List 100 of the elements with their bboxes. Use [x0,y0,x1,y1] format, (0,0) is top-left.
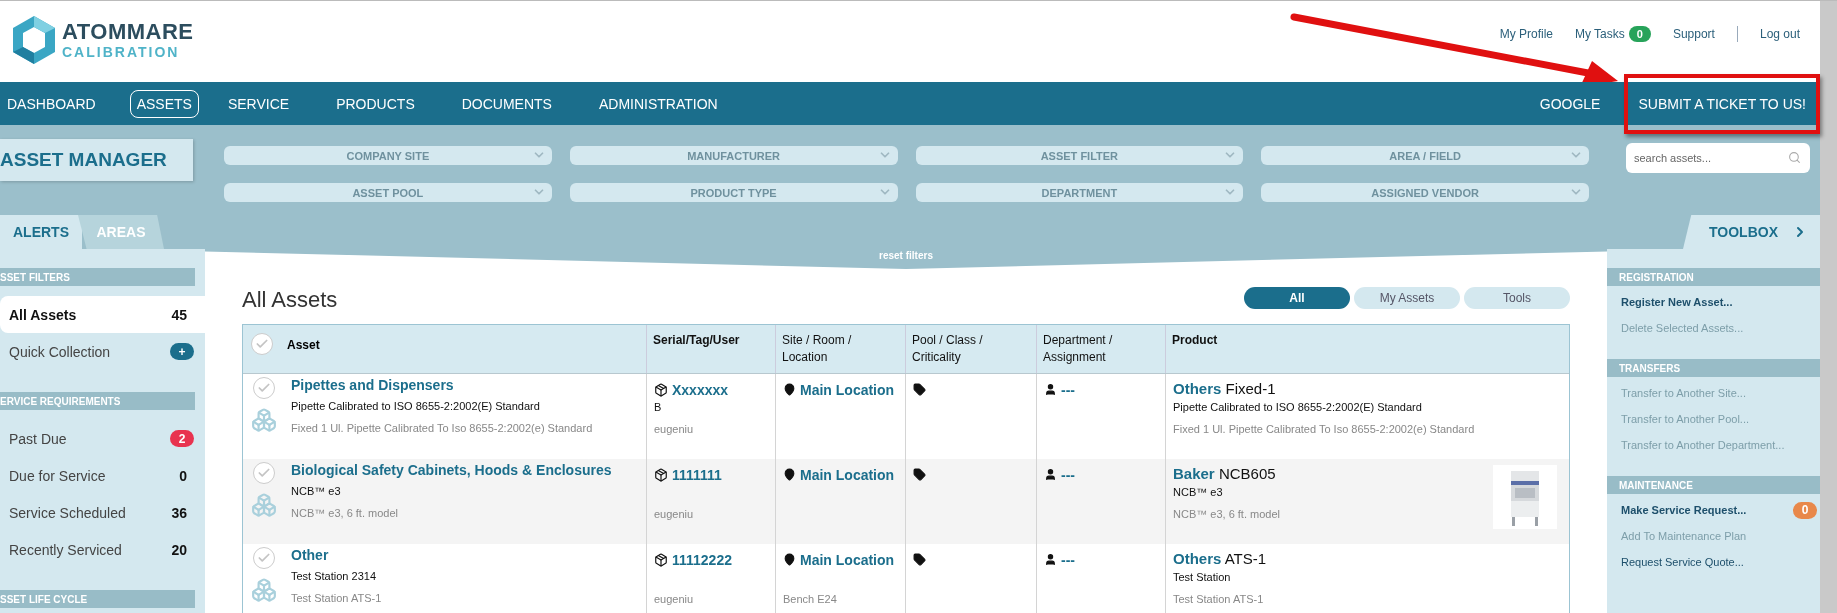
map-pin-icon [783,468,796,481]
column-header: Serial/Tag/User [647,325,776,373]
asset-name-link[interactable]: Other [291,547,382,570]
toolbox-tab[interactable]: TOOLBOX [1683,215,1820,249]
asset-detail: Fixed 1 Ul. Pipette Calibrated To Iso 8655-2:2002(e) Standard [291,422,593,436]
product-detail: Fixed 1 Ul. Pipette Calibrated To Iso 8655-2:2002(e) Standard [1173,423,1476,437]
location-link[interactable]: Main Location [800,466,895,483]
item-count: 36 [171,504,187,521]
user-link[interactable]: Support [1672,27,1715,41]
row-checkbox[interactable] [253,377,275,399]
sidebar-item-label: Past Due [9,430,67,447]
column-header: Product [1171,332,1219,349]
cubes-icon [251,492,277,518]
location-link[interactable]: Main Location [800,551,895,568]
tag-icon [913,383,926,396]
user-icon [1044,468,1057,481]
user-text: eugeniu [654,423,695,437]
user-text: eugeniu [654,593,695,607]
sidebar-item[interactable]: Service Scheduled 36 [0,494,205,531]
toolbox-action[interactable]: Register New Asset... [1607,289,1820,315]
assignment-text: --- [1061,381,1075,398]
check-icon [257,381,271,395]
logo-tagline: CALIBRATION [62,45,181,59]
nav-item[interactable]: ADMINISTRATION [591,89,725,118]
asset-description: NCB™ e3 [291,485,342,499]
section-header: TRANSFERS [1607,359,1820,377]
check-icon [255,337,269,351]
nav-item[interactable]: SERVICE [220,89,297,118]
assignment-text: --- [1061,551,1075,568]
view-tab[interactable]: All [1244,287,1350,309]
view-tab[interactable]: Tools [1464,287,1570,309]
sidebar-item[interactable]: Quick Collection + [0,333,205,370]
count-badge: + [170,343,194,360]
nav-item[interactable]: PRODUCTS [329,89,422,118]
product-title: Baker NCB605 [1173,464,1277,484]
action-label: Make Service Request... [1621,504,1747,516]
cube-icon [654,382,668,397]
sidebar-item[interactable]: Due for Service 0 [0,457,205,494]
sidebar-item-label: Recently Serviced [9,541,122,558]
product-title: Others Fixed-1 [1173,379,1277,399]
column-header: Site / Room / Location [776,325,906,373]
nav-item[interactable]: GOOGLE [1539,95,1601,112]
link-label: My Tasks [1575,27,1625,41]
column-header: Asset [287,338,320,352]
check-icon [257,466,271,480]
tag-icon [913,553,926,566]
section-header: MAINTENANCE [1607,476,1820,494]
task-count-badge: 0 [1628,26,1651,42]
sidebar-item-label: All Assets [9,306,77,323]
sidebar-item-label: Quick Collection [9,343,111,360]
user-link[interactable]: My Profile [1499,27,1553,41]
user-link[interactable]: Log out [1759,27,1800,41]
tag-icon [913,468,926,481]
user-icon [1044,553,1057,566]
toolbox-action[interactable]: Make Service Request... 0 [1607,497,1820,523]
tag-text: B [654,401,663,415]
search-field[interactable]: search assets... [1626,143,1810,173]
nav-item[interactable]: DASHBOARD [0,89,103,118]
sidebar-tab[interactable]: ALERTS [0,215,82,249]
cubes-icon [251,407,277,433]
nav-item[interactable]: DOCUMENTS [454,89,559,118]
serial-link[interactable]: 1111111 [672,466,722,483]
cube-icon [654,552,668,567]
sidebar-item[interactable]: Past Due 2 [0,420,205,457]
count-badge: 2 [170,430,194,447]
product-detail: NCB™ e3, 6 ft. model [1173,508,1281,522]
sidebar-item[interactable]: Recently Serviced 20 [0,531,205,568]
asset-description: Pipette Calibrated to ISO 8655-2:2002(E) Standard [291,400,541,414]
nav-item[interactable]: ASSETS [129,89,199,118]
item-count: 45 [171,306,187,323]
product-description: Pipette Calibrated to ISO 8655-2:2002(E) Standard [1173,401,1423,415]
asset-detail: Test Station ATS-1 [291,592,382,606]
product-description: Test Station [1173,571,1232,585]
section-header: SSET FILTERS [0,268,195,286]
column-header: Pool / Class / Criticality [906,325,1037,373]
select-all-checkbox[interactable] [251,333,273,355]
row-checkbox[interactable] [253,547,275,569]
serial-link[interactable]: 11112222 [672,551,732,568]
asset-name-link[interactable]: Biological Safety Cabinets, Hoods & Enclosures [291,462,612,485]
cubes-icon [251,577,277,603]
nav-item[interactable]: SUBMIT A TICKET TO US! [1624,73,1820,134]
item-count: 20 [171,541,187,558]
page-title: All Assets [242,287,338,313]
serial-link[interactable]: Xxxxxxx [672,381,729,398]
row-checkbox[interactable] [253,462,275,484]
sidebar-item-label: Due for Service [9,467,106,484]
sidebar-item-label: Service Scheduled [9,504,126,521]
assignment-text: --- [1061,466,1075,483]
location-link[interactable]: Main Location [800,381,895,398]
room-text: Bench E24 [783,593,838,607]
user-icon [1044,383,1057,396]
asset-name-link[interactable]: Pipettes and Dispensers [291,377,593,400]
asset-detail: NCB™ e3, 6 ft. model [291,507,399,521]
scrollbar[interactable] [1820,1,1837,613]
product-title: Others ATS-1 [1173,549,1268,569]
sidebar-item[interactable]: All Assets 45 [0,296,205,333]
toolbox-action[interactable]: Request Service Quote... [1607,549,1820,575]
view-tab[interactable]: My Assets [1354,287,1460,309]
logo-name: ATOMMARE [62,21,194,43]
user-link[interactable]: My Tasks 0 [1575,26,1651,42]
